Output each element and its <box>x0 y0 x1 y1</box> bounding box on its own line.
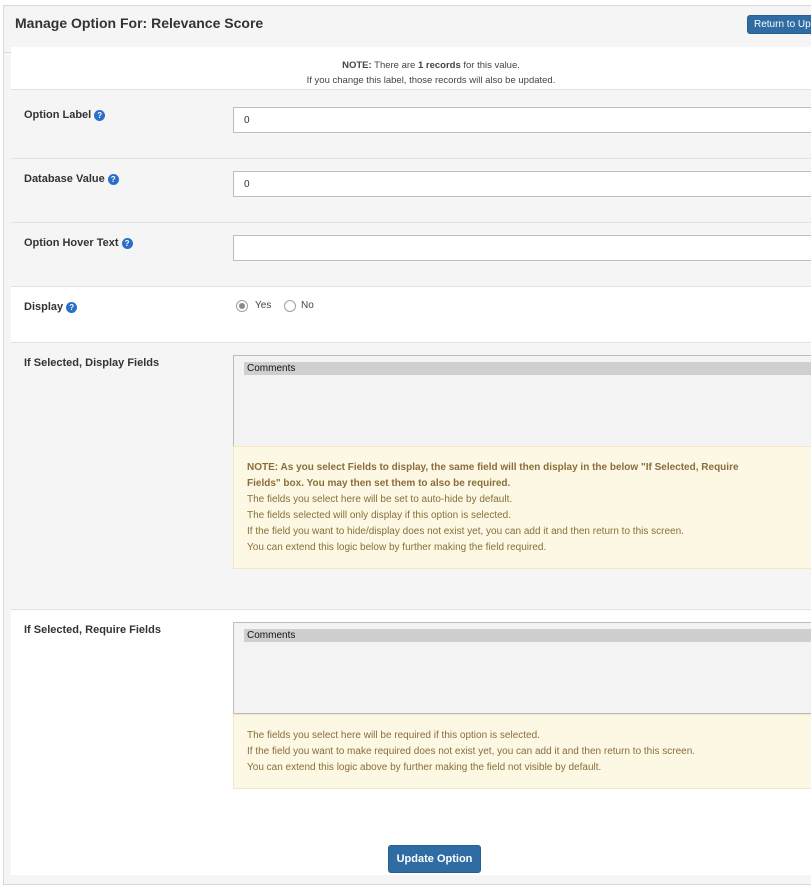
panel-header: Manage Option For: Relevance Score Retur… <box>4 6 811 53</box>
option-label-row: Option Label ? 0 <box>11 94 811 159</box>
records-note-line2: If you change this label, those records … <box>306 75 556 86</box>
database-value-text: Database Value <box>24 173 105 185</box>
question-circle-icon[interactable]: ? <box>66 301 78 313</box>
option-label-input[interactable]: 0 <box>233 107 811 133</box>
require-fields-note-line: The fields you select here will be requi… <box>247 730 540 741</box>
display-fields-note-bold-2: Fields" box. You may then set them to al… <box>247 478 511 489</box>
require-fields-note: The fields you select here will be requi… <box>233 714 811 789</box>
display-text: Display <box>24 301 64 313</box>
require-fields-row: If Selected, Require Fields Comments The… <box>11 610 811 875</box>
display-no-radio[interactable] <box>284 300 296 312</box>
display-fields-note-bold-1: NOTE: As you select Fields to display, t… <box>247 462 739 473</box>
display-fields-row: If Selected, Display Fields Comments NOT… <box>11 343 811 610</box>
question-circle-icon[interactable]: ? <box>121 237 133 249</box>
display-row: Display ? Yes No <box>11 287 811 343</box>
page-title: Manage Option For: Relevance Score <box>15 15 264 31</box>
database-value-label: Database Value ? <box>24 173 119 185</box>
display-fields-listbox[interactable]: Comments <box>233 355 811 447</box>
note-count: 1 records <box>417 60 461 71</box>
display-no-label: No <box>301 300 314 311</box>
require-fields-note-line: If the field you want to make required d… <box>247 746 696 757</box>
hover-text-label: Option Hover Text ? <box>24 237 133 249</box>
question-circle-icon[interactable]: ? <box>94 109 106 121</box>
note-prefix: NOTE: <box>342 60 372 71</box>
list-item[interactable]: Comments <box>244 362 811 375</box>
display-fields-note-line: The fields selected will only display if… <box>247 510 512 521</box>
display-fields-label: If Selected, Display Fields <box>24 357 160 369</box>
hover-text-text: Option Hover Text <box>24 237 119 249</box>
display-yes-radio[interactable] <box>236 300 248 312</box>
option-label-text: Option Label <box>24 109 92 121</box>
require-fields-listbox[interactable]: Comments <box>233 622 811 714</box>
display-fields-note-line: The fields you select here will be set t… <box>247 494 513 505</box>
display-fields-note: NOTE: As you select Fields to display, t… <box>233 446 811 569</box>
hover-text-input[interactable] <box>233 235 811 261</box>
records-note-line1: NOTE: There are 1 records for this value… <box>11 60 811 71</box>
database-value-row: Database Value ? 0 <box>11 159 811 223</box>
records-note: NOTE: There are 1 records for this value… <box>11 47 811 90</box>
note-text-before: There are <box>371 60 418 71</box>
display-label: Display ? <box>24 301 78 313</box>
display-yes-label: Yes <box>255 300 272 311</box>
question-circle-icon[interactable]: ? <box>107 173 119 185</box>
display-fields-note-line: If the field you want to hide/display do… <box>247 526 684 537</box>
require-fields-label: If Selected, Require Fields <box>24 624 161 636</box>
display-fields-note-line: You can extend this logic below by furth… <box>247 542 547 553</box>
update-option-button[interactable]: Update Option <box>388 845 481 873</box>
option-label-label: Option Label ? <box>24 109 106 121</box>
list-item[interactable]: Comments <box>244 629 811 642</box>
require-fields-note-line: You can extend this logic above by furth… <box>247 762 602 773</box>
return-button[interactable]: Return to Upd <box>747 15 811 34</box>
note-text-after: for this value. <box>460 60 520 71</box>
hover-text-row: Option Hover Text ? <box>11 223 811 287</box>
database-value-input[interactable]: 0 <box>233 171 811 197</box>
